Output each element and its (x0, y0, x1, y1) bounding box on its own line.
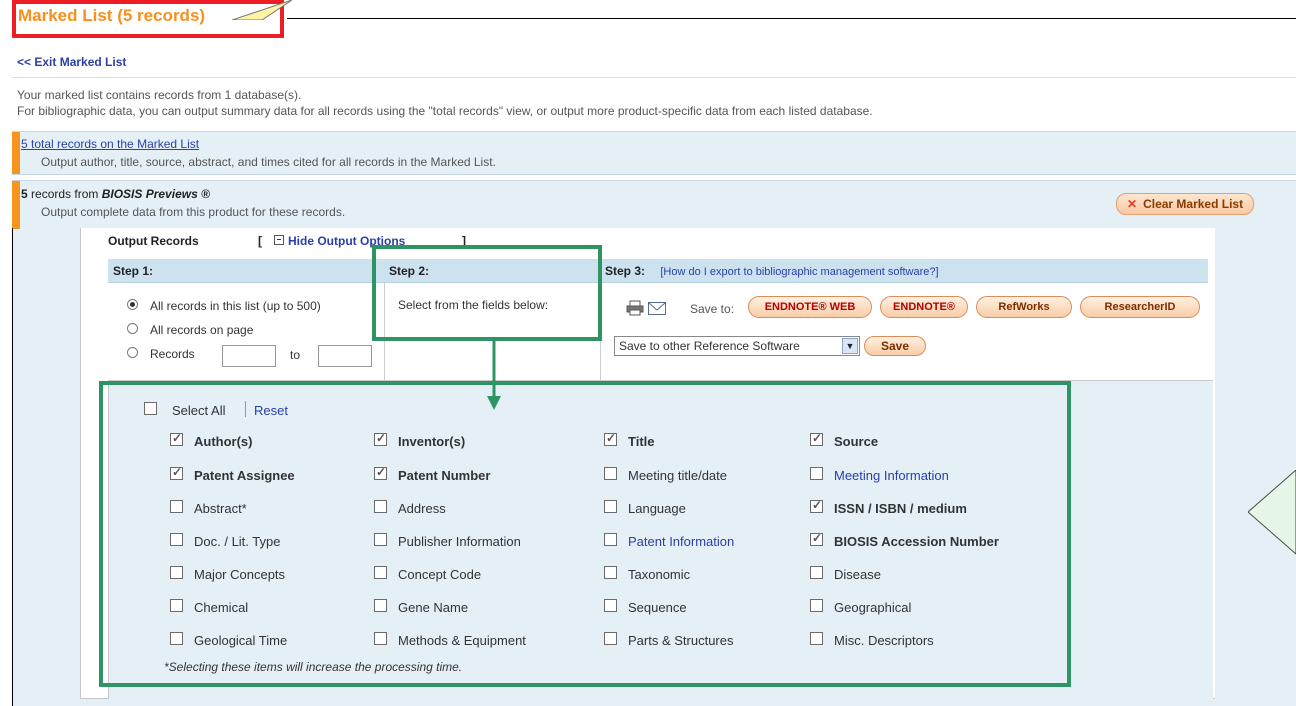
save-button[interactable]: Save (864, 336, 926, 356)
top-rule (287, 18, 1296, 19)
reference-software-value: Save to other Reference Software (619, 339, 800, 353)
records-to-input[interactable] (318, 345, 372, 367)
records-range-label: Records (150, 347, 195, 361)
step2-highlight-box (372, 245, 602, 341)
clear-marked-list-label: Clear Marked List (1143, 197, 1244, 211)
records-from-input[interactable] (222, 345, 276, 367)
fields-highlight-box (99, 381, 1071, 687)
step3-heading-bar: Step 3: [How do I export to bibliographi… (600, 259, 1208, 283)
product-records-desc: Output complete data from this product f… (41, 205, 346, 219)
output-records-label: Output Records (108, 234, 199, 248)
arrow-down-icon (487, 340, 501, 410)
orange-marker (12, 132, 20, 174)
divider (12, 77, 1296, 78)
radio-records-range[interactable] (127, 347, 138, 358)
callout-pointer-icon (232, 0, 292, 20)
total-records-link[interactable]: 5 total records on the Marked List (21, 137, 199, 151)
product-records-title: 5 records from BIOSIS Previews ® (21, 187, 210, 201)
exit-marked-list-link[interactable]: << Exit Marked List (17, 55, 126, 69)
close-icon: ✕ (1127, 197, 1138, 211)
all-on-page-label: All records on page (150, 323, 254, 337)
bracket-open: [ (258, 234, 262, 248)
record-count: 5 (21, 187, 28, 201)
radio-all-on-page[interactable] (127, 323, 138, 334)
all-records-label: All records in this list (up to 500) (150, 299, 321, 313)
email-icon[interactable] (648, 302, 666, 315)
chevron-down-icon: ▼ (842, 338, 858, 354)
callout-bubble-icon (1248, 470, 1296, 555)
refworks-button[interactable]: RefWorks (976, 296, 1072, 318)
orange-marker (12, 181, 20, 229)
export-help-link[interactable]: [How do I export to bibliographic manage… (660, 266, 938, 278)
clear-marked-list-button[interactable]: ✕ Clear Marked List (1116, 193, 1255, 215)
product-name: BIOSIS Previews ® (101, 187, 210, 201)
save-to-label: Save to: (690, 302, 735, 316)
left-border-line (12, 228, 13, 706)
info-line-2: For bibliographic data, you can output s… (17, 104, 873, 118)
total-records-desc: Output author, title, source, abstract, … (41, 155, 496, 169)
researcherid-button[interactable]: ResearcherID (1080, 296, 1200, 318)
collapse-icon[interactable] (274, 235, 284, 245)
info-line-1: Your marked list contains records from 1… (17, 88, 302, 102)
print-icon[interactable] (626, 300, 644, 316)
endnote-web-button[interactable]: ENDNOTE® WEB (748, 296, 872, 318)
endnote-button[interactable]: ENDNOTE® (880, 296, 968, 318)
radio-all-records[interactable] (127, 299, 138, 310)
to-label: to (290, 348, 301, 362)
reference-software-select[interactable]: Save to other Reference Software ▼ (614, 336, 860, 356)
records-from-text: records from (27, 187, 102, 201)
step1-heading: Step 1: (108, 259, 384, 283)
step3-heading: Step 3: (605, 264, 646, 278)
